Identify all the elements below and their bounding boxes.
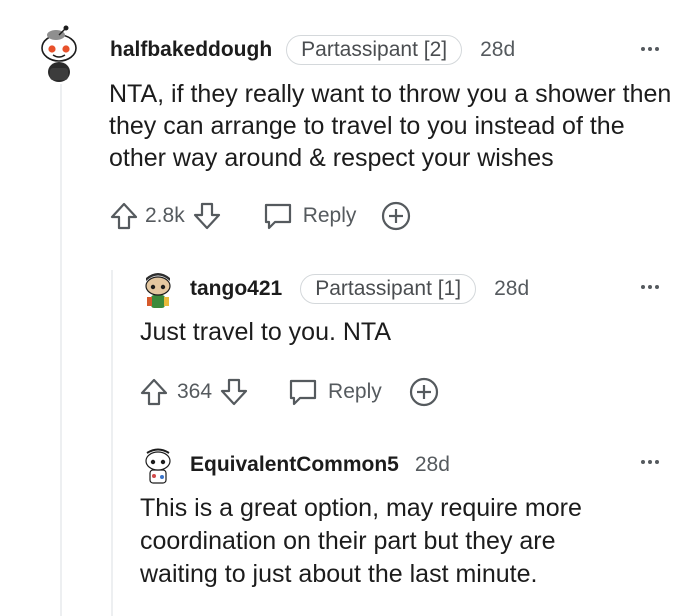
comment-3: EquivalentCommon5 28d This is a great op…	[0, 0, 700, 616]
comment-header: EquivalentCommon5 28d	[190, 450, 450, 480]
comment-body: This is a great option, may require more…	[140, 494, 582, 588]
snoo-avatar-icon	[145, 448, 171, 484]
more-options-button[interactable]	[641, 460, 659, 464]
more-dots-icon	[641, 460, 645, 464]
avatar[interactable]	[141, 444, 175, 484]
timestamp[interactable]: 28d	[415, 453, 450, 477]
username[interactable]: EquivalentCommon5	[190, 453, 399, 477]
